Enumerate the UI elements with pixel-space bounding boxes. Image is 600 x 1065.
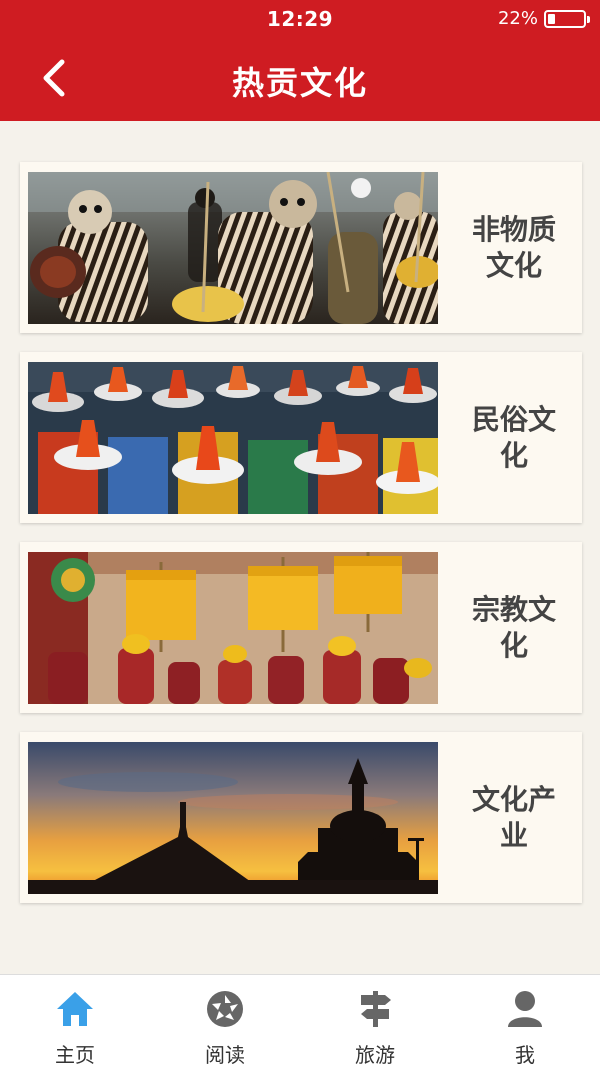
tab-label: 阅读 [205, 1043, 245, 1065]
tab-me[interactable]: 我 [450, 975, 600, 1065]
monks-parasols-ceremony-photo [28, 552, 438, 704]
masked-dancers-photo [28, 172, 438, 324]
battery-percent: 22% [497, 8, 538, 29]
app-header: 12:29 22% 热贡文化 [0, 0, 600, 121]
tab-label: 旅游 [355, 1043, 395, 1065]
festival-crowd-hats-photo [28, 362, 438, 514]
battery-icon [544, 9, 590, 28]
battery-fill [548, 13, 555, 24]
navigation-bar: 热贡文化 [0, 38, 600, 121]
tab-label: 我 [515, 1043, 535, 1065]
user-icon [505, 989, 545, 1029]
category-label: 非物质文化 [471, 212, 556, 282]
bottom-tab-bar: 主页 阅读 旅游 我 [0, 974, 600, 1065]
category-label: 文化产业 [471, 782, 556, 852]
home-icon [55, 989, 95, 1029]
category-label: 宗教文化 [471, 592, 556, 662]
page-title: 热贡文化 [231, 64, 368, 102]
signpost-icon [355, 989, 395, 1029]
category-list: 非物质文化 民俗文化 宗教文化 文化产业 [20, 162, 582, 922]
status-bar: 12:29 22% [0, 0, 600, 38]
tab-label: 主页 [55, 1043, 95, 1065]
category-card-intangible-culture[interactable]: 非物质文化 [20, 162, 582, 333]
aperture-icon [205, 989, 245, 1029]
tab-travel[interactable]: 旅游 [300, 975, 450, 1065]
category-card-religious-culture[interactable]: 宗教文化 [20, 542, 582, 713]
tab-home[interactable]: 主页 [0, 975, 150, 1065]
category-label: 民俗文化 [471, 402, 556, 472]
tab-reading[interactable]: 阅读 [150, 975, 300, 1065]
category-card-folk-culture[interactable]: 民俗文化 [20, 352, 582, 523]
battery-indicator: 22% [497, 8, 590, 29]
category-card-cultural-industry[interactable]: 文化产业 [20, 732, 582, 903]
stupa-sunset-silhouette-photo [28, 742, 438, 894]
